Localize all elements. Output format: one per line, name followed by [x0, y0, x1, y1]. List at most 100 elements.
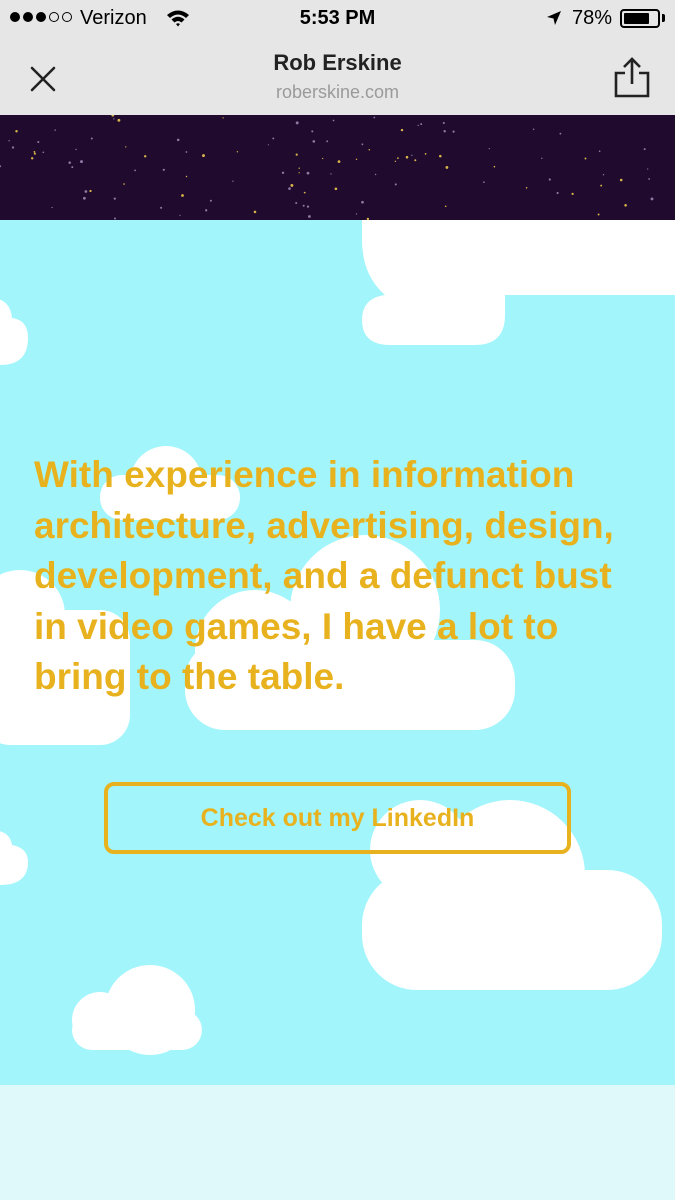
- star: [598, 150, 601, 153]
- star: [394, 183, 397, 186]
- web-content[interactable]: With experience in information architect…: [0, 115, 675, 1200]
- page-url[interactable]: roberskine.com: [0, 82, 675, 103]
- cloud: [0, 299, 28, 365]
- cloud: [362, 870, 662, 990]
- star: [411, 154, 413, 156]
- star: [253, 210, 257, 214]
- star: [89, 189, 92, 193]
- star: [420, 123, 423, 126]
- star: [424, 153, 427, 155]
- star: [405, 155, 409, 159]
- star: [306, 171, 310, 175]
- star: [361, 143, 364, 146]
- star: [90, 137, 93, 140]
- star: [337, 160, 341, 163]
- page-title: Rob Erskine: [273, 50, 402, 75]
- star: [624, 204, 627, 207]
- star: [0, 165, 2, 168]
- star: [326, 140, 329, 143]
- star: [209, 199, 212, 202]
- star: [417, 124, 419, 127]
- star: [160, 206, 163, 209]
- star: [143, 155, 147, 158]
- battery-tip: [662, 14, 665, 22]
- star: [322, 157, 324, 160]
- star: [397, 157, 399, 159]
- star: [113, 118, 115, 120]
- star: [361, 200, 364, 204]
- star: [15, 129, 18, 133]
- star: [571, 192, 574, 196]
- linkedin-button[interactable]: Check out my LinkedIn: [104, 782, 571, 854]
- starfield: [0, 115, 654, 221]
- star: [548, 178, 551, 181]
- star: [123, 183, 125, 185]
- star: [162, 168, 165, 171]
- star: [597, 213, 600, 216]
- status-bar: Verizon 5:53 PM 78%: [0, 0, 675, 38]
- star: [33, 150, 36, 153]
- star: [306, 205, 310, 208]
- star: [84, 190, 88, 193]
- star: [202, 154, 205, 158]
- browser-header: Rob Erskine roberskine.com: [0, 38, 675, 115]
- star: [33, 152, 36, 155]
- star: [232, 180, 234, 182]
- headline-text: With experience in information architect…: [34, 454, 614, 697]
- star: [222, 117, 224, 119]
- star: [134, 169, 136, 172]
- cloud: [0, 831, 28, 885]
- star: [483, 181, 485, 183]
- star: [185, 151, 188, 153]
- star: [439, 154, 442, 158]
- star: [117, 118, 121, 122]
- star: [37, 140, 40, 144]
- star: [80, 160, 83, 164]
- star: [647, 168, 649, 170]
- star: [414, 159, 417, 162]
- star: [330, 173, 332, 175]
- star: [493, 165, 496, 168]
- star: [452, 130, 455, 133]
- battery-level: [624, 13, 649, 24]
- star: [236, 151, 239, 153]
- star: [443, 129, 446, 133]
- star: [400, 128, 404, 132]
- star: [355, 158, 358, 161]
- star: [303, 191, 306, 194]
- star: [525, 187, 528, 189]
- star: [295, 121, 299, 125]
- share-button[interactable]: [608, 54, 656, 102]
- sky-section: With experience in information architect…: [0, 220, 675, 1085]
- star: [373, 116, 376, 119]
- star: [54, 129, 56, 131]
- star: [445, 165, 449, 169]
- star: [600, 184, 603, 187]
- star: [298, 172, 300, 174]
- star: [648, 178, 650, 180]
- star: [394, 160, 397, 162]
- star: [68, 161, 71, 164]
- location-arrow-icon: [545, 9, 563, 33]
- star: [332, 119, 335, 122]
- starfield-banner: [0, 115, 675, 221]
- star: [113, 197, 116, 200]
- star: [185, 175, 188, 178]
- star: [619, 178, 623, 182]
- share-icon: [614, 57, 650, 98]
- star: [650, 197, 654, 201]
- star: [312, 140, 316, 143]
- star: [71, 166, 74, 169]
- star: [374, 173, 377, 176]
- star: [267, 144, 269, 146]
- star: [602, 174, 605, 176]
- star: [488, 147, 490, 150]
- star: [541, 157, 543, 159]
- star: [288, 187, 291, 190]
- star: [295, 201, 298, 205]
- cloud: [72, 1010, 202, 1050]
- star: [272, 137, 275, 140]
- star: [8, 140, 10, 142]
- star: [11, 146, 15, 149]
- star: [281, 171, 285, 174]
